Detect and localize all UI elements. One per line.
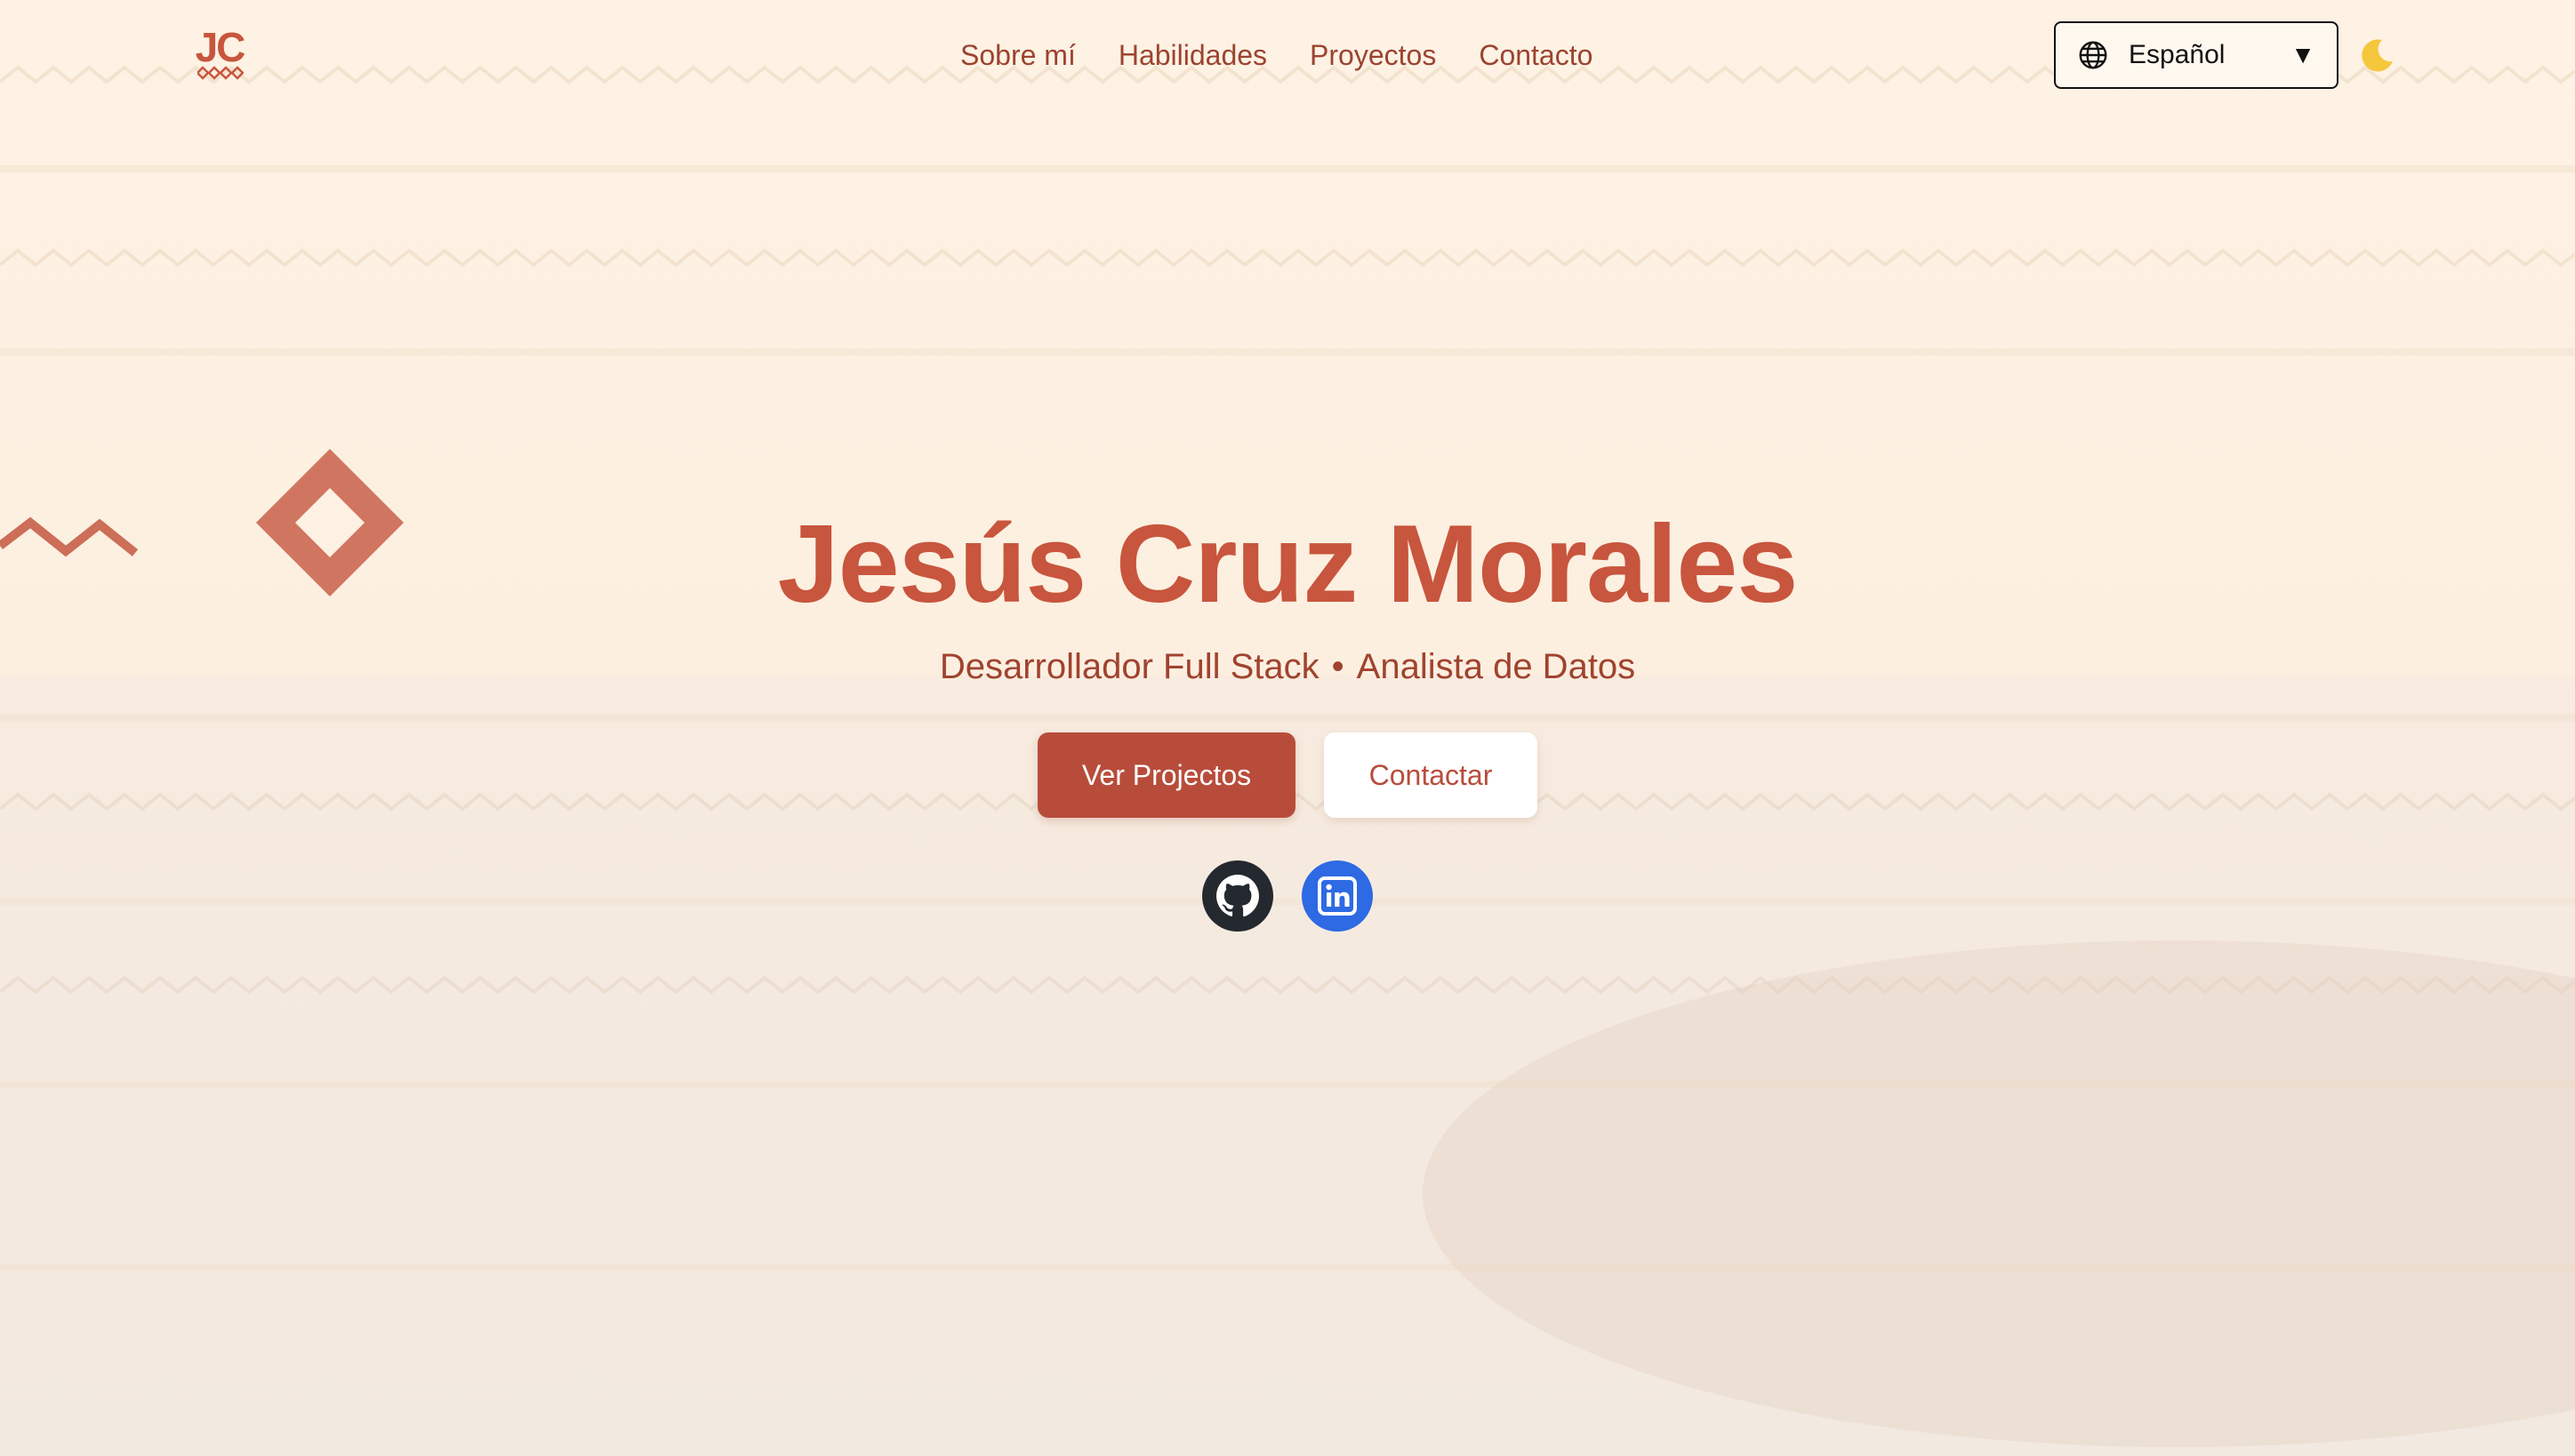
nav-item-proyectos[interactable]: Proyectos [1310, 36, 1436, 75]
globe-icon [2077, 39, 2109, 71]
theme-toggle-button[interactable] [2354, 34, 2397, 76]
role-data-analyst: Analista de Datos [1356, 647, 1636, 686]
linkedin-link[interactable] [1302, 860, 1373, 932]
linkedin-icon [1318, 876, 1357, 916]
chevron-down-icon: ▼ [2290, 41, 2315, 68]
hero-name: Jesús Cruz Morales [777, 503, 1799, 626]
logo-pattern-icon [197, 66, 244, 80]
language-select-value: Español [2129, 40, 2226, 69]
logo-text: JC [195, 24, 246, 70]
language-select[interactable]: Español ▼ [2054, 21, 2338, 89]
nav-item-habilidades[interactable]: Habilidades [1119, 36, 1267, 75]
view-projects-button[interactable]: Ver Projectos [1038, 732, 1296, 818]
nav-item-contacto[interactable]: Contacto [1479, 36, 1592, 75]
hero-section: Jesús Cruz Morales Desarrollador Full St… [0, 498, 2575, 932]
site-header: JC Sobre mí Habilidades Proyectos Contac… [0, 0, 2575, 112]
github-icon [1216, 875, 1259, 917]
hero-subtitle: Desarrollador Full Stack • Analista de Dat… [0, 642, 2575, 692]
main-nav: Sobre mí Habilidades Proyectos Contacto [960, 36, 1592, 75]
role-fullstack: Desarrollador Full Stack [939, 647, 1320, 686]
contact-button[interactable]: Contactar [1324, 732, 1537, 818]
github-link[interactable] [1202, 860, 1273, 932]
nav-item-sobre-mi[interactable]: Sobre mí [960, 36, 1076, 75]
moon-icon [2362, 39, 2393, 72]
social-links [0, 860, 2575, 932]
cta-buttons: Ver Projectos Contactar [0, 732, 2575, 818]
role-separator: • [1331, 647, 1344, 686]
logo[interactable]: JC [189, 25, 251, 80]
